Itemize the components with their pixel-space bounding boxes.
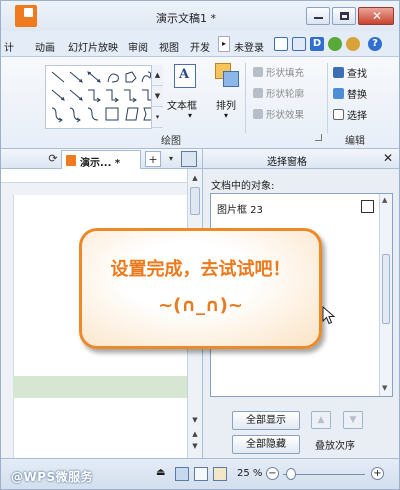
textbox-dropdown-icon[interactable]: ▾ xyxy=(188,111,192,120)
window-title: 演示文稿1 * xyxy=(156,12,216,25)
zoom-in-button[interactable]: + xyxy=(371,467,384,480)
close-pane-icon[interactable]: ✕ xyxy=(383,151,393,165)
effect-icon xyxy=(253,109,263,119)
wps-logo-icon[interactable] xyxy=(15,5,37,27)
list-scroll-down-icon[interactable]: ▼ xyxy=(382,384,387,392)
tab-developer[interactable]: 开发 xyxy=(190,39,210,54)
list-scroll-up-icon[interactable]: ▲ xyxy=(382,196,387,204)
document-tab-bar: ⟳ 演示... * + ▾ xyxy=(1,149,202,169)
select-button[interactable]: 选择 xyxy=(333,107,367,122)
normal-view-icon[interactable] xyxy=(175,467,189,481)
slideshow-icon[interactable] xyxy=(213,467,227,481)
wps-presentation-window: 演示文稿1 * ✕ 计 动画 幻灯片放映 审阅 视图 开发 ▸ 未登录 D ? xyxy=(0,0,400,490)
hide-all-button[interactable]: 全部隐藏 xyxy=(232,435,300,454)
textbox-button[interactable]: 文本框 xyxy=(167,97,197,112)
tab-animation[interactable]: 动画 xyxy=(35,39,55,54)
arrange-dropdown-icon[interactable]: ▾ xyxy=(224,111,228,120)
binoculars-icon xyxy=(333,67,344,78)
visibility-checkbox[interactable] xyxy=(361,200,374,213)
minimize-button[interactable] xyxy=(306,7,330,25)
gallery-more-icon[interactable]: ▾ xyxy=(152,107,163,128)
document-tab-label: 演示... * xyxy=(80,158,121,169)
layout-icon[interactable] xyxy=(292,37,306,51)
document-tab[interactable]: 演示... * xyxy=(61,150,141,169)
menu-bar: 计 动画 幻灯片放映 审阅 视图 开发 ▸ 未登录 D ? xyxy=(1,31,399,57)
mouse-pointer-icon xyxy=(322,306,336,325)
arrange-icon[interactable] xyxy=(215,63,241,89)
refresh-icon[interactable]: ⟳ xyxy=(45,151,61,167)
shape-outline-button[interactable]: 形状轮廓 xyxy=(253,86,304,100)
shape-effect-button[interactable]: 形状效果 xyxy=(253,107,304,121)
zoom-out-button[interactable]: − xyxy=(266,467,279,480)
selection-pane-title: 选择窗格 xyxy=(267,157,307,168)
group-label-drawing: 绘图 xyxy=(161,136,181,147)
move-down-button[interactable]: ▼ xyxy=(343,411,363,429)
avatar-icon[interactable] xyxy=(346,37,360,51)
eject-icon[interactable]: ⏏ xyxy=(156,467,165,478)
tab-review[interactable]: 审阅 xyxy=(128,39,148,54)
textbox-icon[interactable]: A xyxy=(174,64,196,88)
callout-emoticon: ~(∩_∩)~ xyxy=(158,295,243,316)
group-label-edit: 编辑 xyxy=(345,136,365,147)
tip-callout: 设置完成，去试试吧！ ~(∩_∩)~ xyxy=(79,228,322,349)
tab-view[interactable]: 视图 xyxy=(159,39,179,54)
list-item[interactable]: 图片框 23 xyxy=(214,198,376,216)
presentation-file-icon xyxy=(66,155,76,166)
object-name: 图片框 23 xyxy=(217,205,263,216)
ribbon-separator xyxy=(245,63,246,133)
ribbon-separator xyxy=(327,63,328,133)
zoom-level: 25 % xyxy=(237,468,263,479)
shape-fill-button[interactable]: 形状填充 xyxy=(253,65,304,79)
ribbon: ▲ ▼ ▾ A 文本框 ▾ 排列 ▾ 形状填充 形状轮廓 形状效果 查找 替换 … xyxy=(1,57,399,149)
callout-message: 设置完成，去试试吧！ xyxy=(110,259,291,280)
tab-design[interactable]: 计 xyxy=(4,39,14,54)
login-status[interactable]: 未登录 xyxy=(234,39,264,54)
minimize-icon xyxy=(314,17,323,19)
page-up-icon[interactable]: ▲ xyxy=(190,429,200,439)
tab-slideshow[interactable]: 幻灯片放映 xyxy=(68,39,118,54)
new-tab-button[interactable]: + xyxy=(145,151,161,167)
list-scroll-thumb[interactable] xyxy=(382,254,390,324)
d-icon[interactable]: D xyxy=(310,37,324,51)
slide-sorter-icon[interactable] xyxy=(194,467,208,481)
pen-outline-icon xyxy=(253,88,263,98)
replace-icon xyxy=(333,88,344,99)
scroll-down-icon[interactable]: ▼ xyxy=(190,415,200,425)
page-down-icon[interactable]: ▼ xyxy=(190,441,200,451)
drawing-dialog-launcher[interactable] xyxy=(315,134,322,141)
objects-label: 文档中的对象: xyxy=(211,181,275,192)
zoom-slider-knob[interactable] xyxy=(286,468,296,480)
move-up-button[interactable]: ▲ xyxy=(311,411,331,429)
tab-list-dropdown-icon[interactable]: ▾ xyxy=(163,151,179,167)
gallery-scrollbar[interactable]: ▲ ▼ ▾ xyxy=(151,65,163,129)
scroll-thumb[interactable] xyxy=(190,187,200,215)
find-button[interactable]: 查找 xyxy=(333,65,367,80)
gallery-up-icon[interactable]: ▲ xyxy=(152,65,163,86)
scroll-up-icon[interactable]: ▲ xyxy=(190,173,200,183)
replace-button[interactable]: 替换 xyxy=(333,86,367,101)
help-icon[interactable]: ? xyxy=(368,37,382,51)
close-icon: ✕ xyxy=(372,9,383,23)
shape-gallery[interactable]: ▲ ▼ ▾ xyxy=(45,65,163,129)
object-list-scrollbar[interactable]: ▲ ▼ xyxy=(379,194,392,396)
arrange-button[interactable]: 排列 xyxy=(216,97,236,112)
maximize-button[interactable] xyxy=(332,7,356,25)
skin-icon[interactable] xyxy=(274,37,288,51)
menu-overflow-button[interactable]: ▸ xyxy=(218,36,230,52)
selection-pane-header: 选择窗格 ✕ xyxy=(203,149,399,169)
slide-band xyxy=(13,376,187,398)
cursor-select-icon xyxy=(333,109,344,120)
gallery-down-icon[interactable]: ▼ xyxy=(152,86,163,107)
status-bar: @WPS微服务 ⏏ 25 % − + xyxy=(1,458,399,489)
show-all-button[interactable]: 全部显示 xyxy=(232,411,300,430)
paint-bucket-icon xyxy=(253,67,263,77)
window-layout-icon[interactable] xyxy=(181,151,197,167)
reorder-label: 叠放次序 xyxy=(315,441,355,452)
watermark: @WPS微服务 xyxy=(11,470,94,484)
close-button[interactable]: ✕ xyxy=(358,7,394,25)
maximize-icon xyxy=(340,12,349,20)
title-bar: 演示文稿1 * ✕ xyxy=(1,1,399,31)
community-icon[interactable] xyxy=(328,37,342,51)
